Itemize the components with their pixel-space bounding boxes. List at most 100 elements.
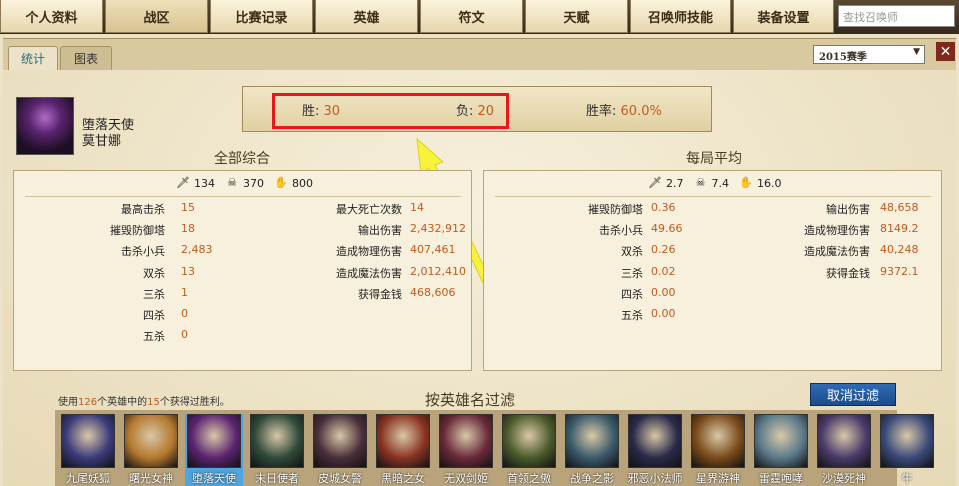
hero-item[interactable]: 九尾妖狐: [59, 414, 117, 486]
average-kda: 🗡 2.7 ☠ 7.4 ✋ 16.0: [648, 176, 782, 190]
stat-value: 15: [181, 201, 195, 214]
stat-label: 摧毁防御塔: [588, 203, 643, 216]
season-select[interactable]: 2015赛季 ▼: [813, 45, 925, 64]
tab-7[interactable]: 装备设置: [733, 0, 834, 33]
tab-6[interactable]: 召唤师技能: [630, 0, 731, 33]
won-count: 15: [147, 397, 160, 408]
hero-name: 九尾妖狐: [66, 472, 110, 485]
tab-0[interactable]: 个人资料: [0, 0, 103, 33]
stat-value: 0: [181, 307, 188, 320]
stat-value: 0: [181, 328, 188, 342]
filter-info: 使用126个英雄中的15个获得过胜利。: [58, 393, 230, 408]
stat-value: 2,432,912: [410, 222, 466, 236]
filter-info-text: 使用: [58, 397, 78, 408]
hero-name: 黑暗之女: [381, 472, 425, 485]
hero-name: 星界游神: [696, 472, 740, 485]
stat-label: 造成物理伤害: [336, 245, 402, 259]
hero-item[interactable]: 皮城女警: [311, 414, 369, 486]
stat-value: 407,461: [410, 243, 456, 257]
stat-label: 造成魔法伤害: [804, 245, 870, 259]
tab-charts[interactable]: 图表: [60, 46, 112, 70]
hero-name: 首领之傲: [507, 472, 551, 485]
stat-value: 48,658: [880, 201, 919, 214]
stat-label: 最高击杀: [121, 203, 165, 216]
winrate-label: 胜率:: [586, 104, 617, 119]
hero-name: 沙漠死神: [822, 472, 866, 485]
hero-portrait: [439, 414, 493, 468]
used-count: 126: [78, 397, 98, 408]
hero-item[interactable]: 星界游神: [689, 414, 747, 486]
hero-portrait: [754, 414, 808, 468]
stat-label: 造成魔法伤害: [336, 266, 402, 280]
hero-item[interactable]: 沙漠死神: [815, 414, 873, 486]
hero-portrait: [880, 414, 934, 468]
hero-name: 雷霆咆哮: [759, 472, 803, 485]
stat-label: 造成物理伤害: [804, 224, 870, 238]
stat-label: 双杀: [143, 266, 165, 280]
hero-portrait: [502, 414, 556, 468]
hero-portrait: [250, 414, 304, 468]
filter-info-text: 个英雄中的: [97, 397, 148, 408]
stat-value: 13: [181, 264, 195, 278]
skull-icon: ☠: [695, 176, 706, 189]
stat-value: 40,248: [880, 243, 919, 257]
hero-portrait: [817, 414, 871, 468]
stat-value: 18: [181, 222, 195, 236]
stat-value: 49.66: [651, 222, 683, 236]
stat-value: 0.00: [651, 307, 676, 320]
hero-portrait: [628, 414, 682, 468]
hero-portrait: [565, 414, 619, 468]
divider: [25, 196, 461, 197]
hero-item[interactable]: 雷霆咆哮: [752, 414, 810, 486]
hero-portrait: [187, 414, 241, 468]
summoner-search-input[interactable]: 查找召唤师: [838, 5, 955, 27]
hero-name: 曙光女神: [129, 472, 173, 485]
tab-1[interactable]: 战区: [105, 0, 208, 33]
divider: [495, 196, 931, 197]
hero-name: 牛: [901, 472, 913, 485]
hero-item[interactable]: 末日使者: [248, 414, 306, 486]
totals-assists: 800: [292, 176, 313, 190]
average-assists: 16.0: [757, 176, 782, 190]
hero-item[interactable]: 黑暗之女: [374, 414, 432, 486]
average-deaths: 7.4: [711, 176, 730, 190]
hero-item[interactable]: 曙光女神: [122, 414, 180, 486]
chevron-down-icon: ▼: [913, 47, 920, 57]
hero-portrait: [124, 414, 178, 468]
stat-label: 四杀: [143, 309, 165, 322]
hero-portrait: [61, 414, 115, 468]
close-button[interactable]: ✕: [936, 42, 955, 61]
tab-5[interactable]: 天赋: [525, 0, 628, 33]
champion-portrait: [16, 97, 74, 155]
hero-item[interactable]: 堕落天使: [185, 414, 243, 486]
tab-statistics[interactable]: 统计: [8, 46, 58, 70]
stat-value: 0.36: [651, 201, 676, 214]
totals-kda: 🗡 134 ☠ 370 ✋ 800: [176, 176, 313, 190]
stat-label: 击杀小兵: [599, 224, 643, 238]
hero-name: 末日使者: [255, 472, 299, 485]
stat-label: 四杀: [621, 287, 643, 301]
stat-value: 2,483: [181, 243, 213, 257]
tab-4[interactable]: 符文: [420, 0, 523, 33]
winrate-value: 60.0%: [620, 104, 662, 119]
stat-value: 0.02: [651, 264, 676, 278]
hero-item[interactable]: 战争之影: [563, 414, 621, 486]
stat-label: 获得金钱: [358, 287, 402, 301]
totals-title: 全部综合: [214, 151, 270, 167]
stat-value: 468,606: [410, 285, 456, 299]
skull-icon: ☠: [227, 176, 237, 189]
hero-item[interactable]: 邪恶小法师: [626, 414, 684, 486]
cancel-filter-button[interactable]: 取消过滤: [810, 383, 896, 406]
stat-value: 2,012,410: [410, 264, 466, 278]
highlight-box: [272, 93, 509, 129]
totals-kills: 134: [194, 176, 215, 190]
tab-2[interactable]: 比赛记录: [210, 0, 313, 33]
stat-value: 0.26: [651, 243, 676, 257]
stat-value: 9372.1: [880, 264, 919, 278]
hero-item[interactable]: 无双剑姬: [437, 414, 495, 486]
hero-item[interactable]: 牛: [878, 414, 936, 486]
hero-item[interactable]: 首领之傲: [500, 414, 558, 486]
stat-label: 输出伤害: [826, 203, 870, 216]
stat-label: 五杀: [621, 309, 643, 322]
tab-3[interactable]: 英雄: [315, 0, 418, 33]
